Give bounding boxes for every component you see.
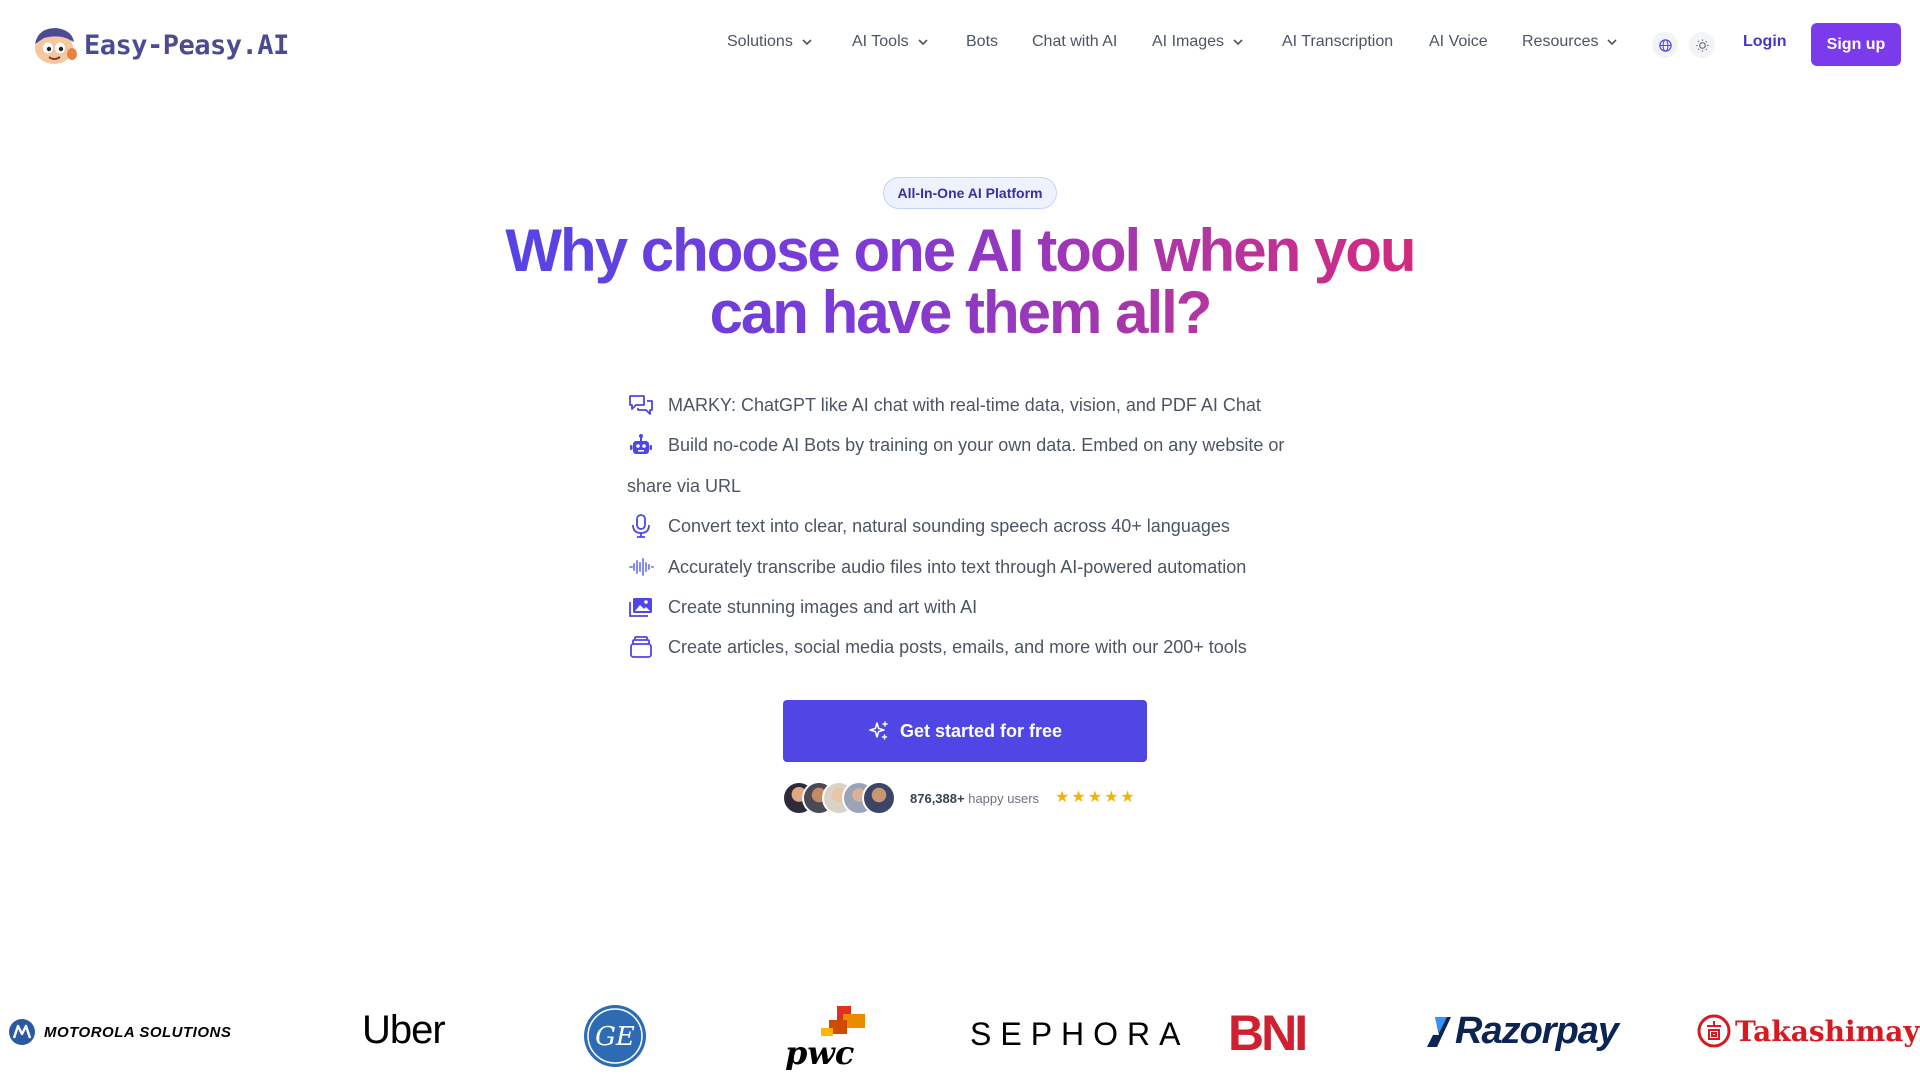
robot-icon: [630, 434, 652, 455]
bni-logo: BNI: [1228, 1005, 1308, 1061]
chevron-down-icon: [802, 39, 812, 46]
uber-logo: Uber: [362, 1008, 446, 1052]
nav-chat-with-ai[interactable]: Chat with AI: [1032, 33, 1117, 51]
nav-label: Bots: [966, 33, 999, 50]
rating-stars: ★ ★ ★ ★ ★: [1055, 790, 1135, 806]
nav-ai-images[interactable]: AI Images: [1152, 33, 1244, 51]
nav-label: AI Tools: [852, 33, 909, 50]
feature-item-voice: Convert text into clear, natural soundin…: [627, 506, 1297, 546]
chevron-down-icon: [918, 39, 928, 46]
nav-label: Solutions: [727, 33, 793, 50]
star-icon: ★: [1120, 789, 1135, 806]
ge-monogram-icon: GE: [584, 1005, 646, 1067]
social-proof: 876,388+ happy users ★ ★ ★ ★ ★: [782, 781, 1135, 815]
hero-headline: Why choose one AI tool when you can have…: [460, 220, 1460, 344]
users-count-text: 876,388+ happy users: [910, 791, 1039, 806]
sparkles-icon: [869, 721, 888, 740]
users-count: 876,388+: [910, 790, 965, 806]
chevron-down-icon: [1607, 39, 1618, 46]
language-button[interactable]: [1652, 32, 1678, 58]
site-logo[interactable]: Easy-Peasy.AI: [30, 24, 289, 66]
feature-text: Accurately transcribe audio files into t…: [668, 556, 1247, 577]
feature-text: Convert text into clear, natural soundin…: [668, 516, 1230, 537]
nav-label: Chat with AI: [1032, 33, 1118, 50]
feature-list: MARKY: ChatGPT like AI chat with real-ti…: [627, 385, 1297, 668]
star-icon: ★: [1055, 789, 1070, 806]
brand-name: pwc: [785, 1034, 854, 1070]
sephora-logo: SEPHORA: [970, 1016, 1190, 1052]
pwc-logo: pwc: [785, 1004, 875, 1070]
nav-ai-voice[interactable]: AI Voice: [1429, 33, 1488, 51]
brand-name: Takashimaya: [1735, 1014, 1920, 1048]
signup-button[interactable]: Sign up: [1811, 23, 1901, 66]
feature-text: Create stunning images and art with AI: [668, 597, 978, 618]
brand-name: MOTOROLA SOLUTIONS: [44, 1023, 232, 1041]
headline-line-2: can have them all?: [709, 279, 1211, 346]
nav-label: Resources: [1522, 33, 1599, 50]
razorpay-logo: Razorpay: [1425, 1010, 1619, 1053]
motorola-m-icon: [9, 1019, 35, 1045]
waveform-icon: [629, 557, 654, 576]
nav-ai-tools[interactable]: AI Tools: [852, 33, 929, 51]
user-avatars: [782, 781, 896, 815]
feature-item-bots: Build no-code AI Bots by training on you…: [627, 425, 1297, 506]
sun-icon: [1695, 38, 1709, 52]
cta-label: Get started for free: [899, 720, 1063, 741]
star-icon: ★: [1071, 789, 1086, 806]
takashimaya-crest-icon: [1697, 1014, 1731, 1048]
get-started-button[interactable]: Get started for free: [783, 700, 1147, 762]
chat-bubbles-icon: [629, 395, 653, 415]
brand-name: Razorpay: [1455, 1010, 1619, 1052]
nav-solutions[interactable]: Solutions: [727, 33, 813, 51]
nav-resources[interactable]: Resources: [1522, 33, 1618, 51]
customer-logos: MOTOROLA SOLUTIONS Uber GE pwc SEPHORA B…: [0, 990, 1920, 1080]
mascot-logo-icon: [35, 28, 77, 64]
logo-wordmark: Easy-Peasy.AI: [84, 29, 289, 61]
login-link[interactable]: Login: [1743, 33, 1787, 51]
globe-icon: [1658, 38, 1672, 52]
nav-ai-transcription[interactable]: AI Transcription: [1282, 33, 1393, 51]
nav-bots[interactable]: Bots: [966, 33, 998, 51]
avatar: [862, 781, 896, 815]
nav-label: AI Images: [1152, 33, 1225, 50]
razorpay-mark-icon: [1427, 1016, 1451, 1047]
nav-label: AI Voice: [1429, 33, 1488, 50]
feature-item-images: Create stunning images and art with AI: [627, 587, 1297, 627]
microphone-icon: [632, 514, 650, 539]
feature-item-transcription: Accurately transcribe audio files into t…: [627, 547, 1297, 587]
star-icon: ★: [1087, 789, 1103, 806]
feature-text: Build no-code AI Bots by training on you…: [627, 435, 1285, 496]
ge-logo: GE: [583, 1004, 647, 1068]
users-label: happy users: [968, 790, 1040, 806]
takashimaya-logo: Takashimaya: [1697, 1014, 1920, 1048]
platform-badge: All-In-One AI Platform: [883, 177, 1057, 209]
headline-line-1: Why choose one AI tool when you: [505, 217, 1415, 284]
feature-item-content-tools: Create articles, social media posts, ema…: [627, 627, 1297, 667]
images-icon: [629, 598, 652, 617]
feature-text: Create articles, social media posts, ema…: [668, 637, 1247, 658]
star-icon: ★: [1104, 789, 1119, 806]
brand-name: GE: [595, 1022, 635, 1052]
site-header: Easy-Peasy.AI Solutions AI Tools Bots Ch…: [0, 0, 1920, 88]
pwc-blocks-icon: pwc: [785, 1006, 865, 1070]
stack-icon: [630, 636, 652, 659]
theme-toggle-button[interactable]: [1689, 32, 1715, 58]
nav-label: AI Transcription: [1282, 33, 1394, 50]
feature-text: MARKY: ChatGPT like AI chat with real-ti…: [668, 395, 1261, 415]
motorola-solutions-logo: MOTOROLA SOLUTIONS: [8, 1018, 231, 1046]
feature-item-chat: MARKY: ChatGPT like AI chat with real-ti…: [627, 385, 1297, 425]
chevron-down-icon: [1233, 39, 1243, 46]
